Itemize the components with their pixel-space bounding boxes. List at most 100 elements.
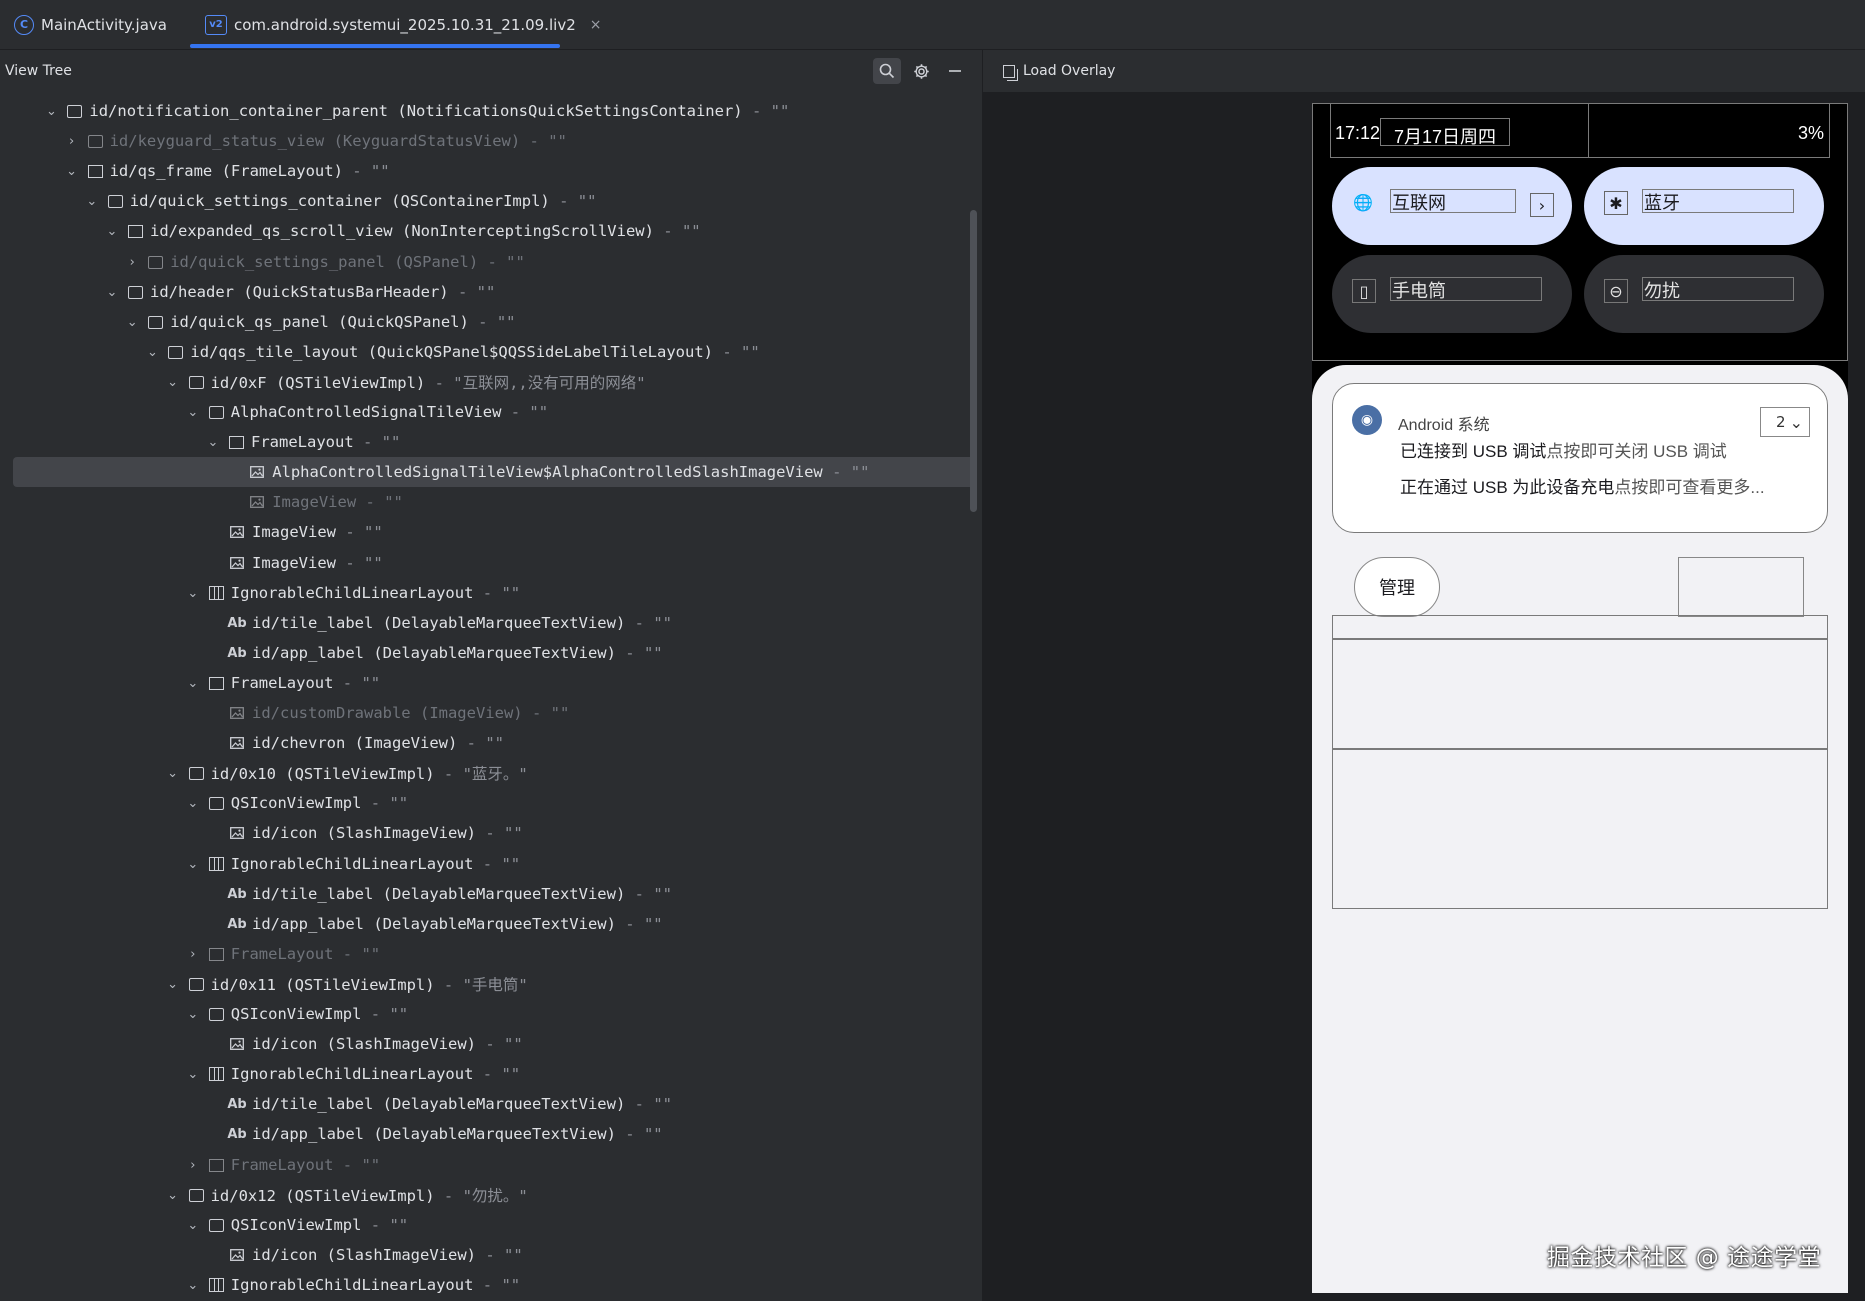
chevron-down-icon[interactable]: ⌄ [144, 345, 160, 360]
tree-node[interactable]: id/icon (SlashImageView) - "" [0, 1029, 970, 1059]
tree-node[interactable]: Ab id/tile_label (DelayableMarqueeTextVie… [0, 1089, 970, 1119]
tree-node[interactable]: Ab id/tile_label (DelayableMarqueeTextVie… [0, 879, 970, 909]
chevron-down-icon[interactable]: ⌄ [84, 194, 100, 209]
chevron-right-icon[interactable]: › [64, 134, 80, 149]
chevron-right-icon[interactable]: › [185, 947, 201, 962]
chevron-right-icon[interactable]: › [1530, 193, 1554, 217]
tile-do-not-disturb[interactable]: ⊖ 勿扰 [1584, 255, 1824, 333]
tree-node[interactable]: ⌄ QSIconViewImpl - "" [0, 999, 970, 1029]
tree-node[interactable]: ⌄ id/0x12 (QSTileViewImpl) - "勿扰。" [0, 1180, 970, 1210]
close-icon[interactable]: × [590, 17, 602, 33]
tree-node[interactable]: id/icon (SlashImageView) - "" [0, 818, 970, 848]
chevron-down-icon[interactable]: ⌄ [185, 586, 201, 601]
editor-tab-bar: C MainActivity.java v2 com.android.syste… [0, 0, 1865, 50]
node-separator: - [615, 644, 644, 662]
node-class: (QSTileViewImpl) [285, 765, 435, 783]
notification-line[interactable]: 已连接到 USB 调试点按即可关闭 USB 调试 [1400, 437, 1727, 462]
chevron-down-icon[interactable]: ⌄ [185, 1218, 201, 1233]
chevron-down-icon[interactable]: ⌄ [185, 857, 201, 872]
tree-node[interactable]: Ab id/tile_label (DelayableMarqueeTextVie… [0, 608, 970, 638]
settings-button[interactable] [907, 58, 935, 84]
tree-node[interactable]: ImageView - "" [0, 487, 970, 517]
chevron-down-icon[interactable]: ⌄ [185, 676, 201, 691]
chevron-down-icon[interactable]: ⌄ [124, 315, 140, 330]
node-separator: - [333, 674, 362, 692]
tree-node[interactable]: id/customDrawable (ImageView) - "" [0, 698, 970, 728]
tree-node[interactable]: ⌄ IgnorableChildLinearLayout - "" [0, 578, 970, 608]
view-icon [148, 255, 164, 269]
chevron-down-icon[interactable]: ⌄ [165, 766, 181, 781]
tree-node[interactable]: ⌄ IgnorableChildLinearLayout - "" [0, 1270, 970, 1300]
tree-node[interactable]: Ab id/app_label (DelayableMarqueeTextView… [0, 1119, 970, 1149]
chevron-down-icon[interactable]: ⌄ [185, 1278, 201, 1293]
tree-node[interactable]: ⌄ FrameLayout - "" [0, 427, 970, 457]
tab-main-activity[interactable]: C MainActivity.java [14, 0, 167, 49]
chevron-down-icon[interactable]: ⌄ [185, 1007, 201, 1022]
tree-node[interactable]: id/chevron (ImageView) - "" [0, 728, 970, 758]
node-separator: - [434, 765, 463, 783]
node-class: (SlashImageView) [326, 1035, 476, 1053]
tree-node[interactable]: ⌄ QSIconViewImpl - "" [0, 1210, 970, 1240]
tile-flashlight[interactable]: ▯ 手电筒 [1332, 255, 1572, 333]
tree-node[interactable]: › FrameLayout - "" [0, 939, 970, 969]
tree-node[interactable]: ⌄ id/qs_frame (FrameLayout) - "" [0, 156, 970, 186]
tree-node[interactable]: ImageView - "" [0, 517, 970, 547]
tree-scrollbar[interactable] [970, 210, 977, 512]
node-separator: - [473, 584, 502, 602]
clear-all-button[interactable] [1678, 557, 1804, 617]
chevron-down-icon[interactable]: ⌄ [64, 164, 80, 179]
chevron-right-icon[interactable]: › [124, 255, 140, 270]
load-overlay-button[interactable]: Load Overlay [1003, 63, 1115, 81]
tree-node[interactable]: ⌄ id/quick_qs_panel (QuickQSPanel) - "" [0, 307, 970, 337]
tree-node[interactable]: ⌄ QSIconViewImpl - "" [0, 788, 970, 818]
tree-node[interactable]: AlphaControlledSignalTileView$AlphaContr… [13, 457, 975, 487]
node-text: "" [361, 1156, 381, 1174]
node-text: "" [361, 674, 381, 692]
chevron-down-icon[interactable]: ⌄ [185, 405, 201, 420]
tile-internet[interactable]: 🌐 互联网 › [1332, 167, 1572, 245]
notification-expand-button[interactable]: 2 ⌄ [1760, 407, 1810, 437]
chevron-down-icon[interactable]: ⌄ [104, 285, 120, 300]
tab-layout-inspector-file[interactable]: v2 com.android.systemui_2025.10.31_21.09… [205, 0, 615, 49]
notification-count: 2 [1776, 413, 1786, 431]
tree-node[interactable]: ImageView - "" [0, 548, 970, 578]
bounds-box [1588, 103, 1830, 158]
tree-node[interactable]: › id/quick_settings_panel (QSPanel) - "" [0, 247, 970, 277]
tree-node[interactable]: › id/keyguard_status_view (KeyguardStatus… [0, 126, 970, 156]
search-button[interactable] [873, 58, 901, 84]
tree-node[interactable]: ⌄ id/qqs_tile_layout (QuickQSPanel$QQSSid… [0, 337, 970, 367]
chevron-down-icon[interactable]: ⌄ [205, 435, 221, 450]
device-preview[interactable]: 17:12 7月17日周四 3% 🌐 互联网 › ✱ 蓝牙 ▯ 手电筒 ⊖ 勿扰 [1312, 103, 1848, 1293]
view-icon [188, 977, 204, 991]
tree-node[interactable]: › FrameLayout - "" [0, 1150, 970, 1180]
tree-node[interactable]: ⌄ id/0x11 (QSTileViewImpl) - "手电筒" [0, 969, 970, 999]
chevron-down-icon[interactable]: ⌄ [165, 977, 181, 992]
tree-node[interactable]: ⌄ id/expanded_qs_scroll_view (NonIntercep… [0, 216, 970, 246]
tile-bluetooth[interactable]: ✱ 蓝牙 [1584, 167, 1824, 245]
tree-node[interactable]: ⌄ id/notification_container_parent (Notif… [0, 96, 970, 126]
tree-node[interactable]: Ab id/app_label (DelayableMarqueeTextView… [0, 909, 970, 939]
chevron-down-icon[interactable]: ⌄ [104, 224, 120, 239]
tree-node[interactable]: ⌄ id/0xF (QSTileViewImpl) - "互联网,,没有可用的网络… [0, 367, 970, 397]
tree-node[interactable]: ⌄ FrameLayout - "" [0, 668, 970, 698]
node-id: ImageView [252, 554, 336, 572]
chevron-down-icon[interactable]: ⌄ [165, 375, 181, 390]
tree-node[interactable]: id/icon (SlashImageView) - "" [0, 1240, 970, 1270]
chevron-down-icon[interactable]: ⌄ [165, 1188, 181, 1203]
chevron-right-icon[interactable]: › [185, 1158, 201, 1173]
minimize-button[interactable] [941, 58, 969, 84]
tree-node[interactable]: ⌄ id/quick_settings_container (QSContaine… [0, 186, 970, 216]
tree-node[interactable]: ⌄ id/header (QuickStatusBarHeader) - "" [0, 277, 970, 307]
tree-node[interactable]: Ab id/app_label (DelayableMarqueeTextView… [0, 638, 970, 668]
tree-node[interactable]: ⌄ IgnorableChildLinearLayout - "" [0, 849, 970, 879]
view-icon [148, 315, 164, 329]
chevron-down-icon[interactable]: ⌄ [185, 796, 201, 811]
tree-node[interactable]: ⌄ id/0x10 (QSTileViewImpl) - "蓝牙。" [0, 758, 970, 788]
tree-node[interactable]: ⌄ AlphaControlledSignalTileView - "" [0, 397, 970, 427]
notification-line[interactable]: 正在通过 USB 为此设备充电点按即可查看更多... [1400, 473, 1765, 498]
tree-node[interactable]: ⌄ IgnorableChildLinearLayout - "" [0, 1059, 970, 1089]
chevron-down-icon[interactable]: ⌄ [185, 1067, 201, 1082]
manage-button[interactable]: 管理 [1354, 557, 1440, 617]
image-view-icon [229, 557, 245, 570]
chevron-down-icon[interactable]: ⌄ [43, 104, 59, 119]
